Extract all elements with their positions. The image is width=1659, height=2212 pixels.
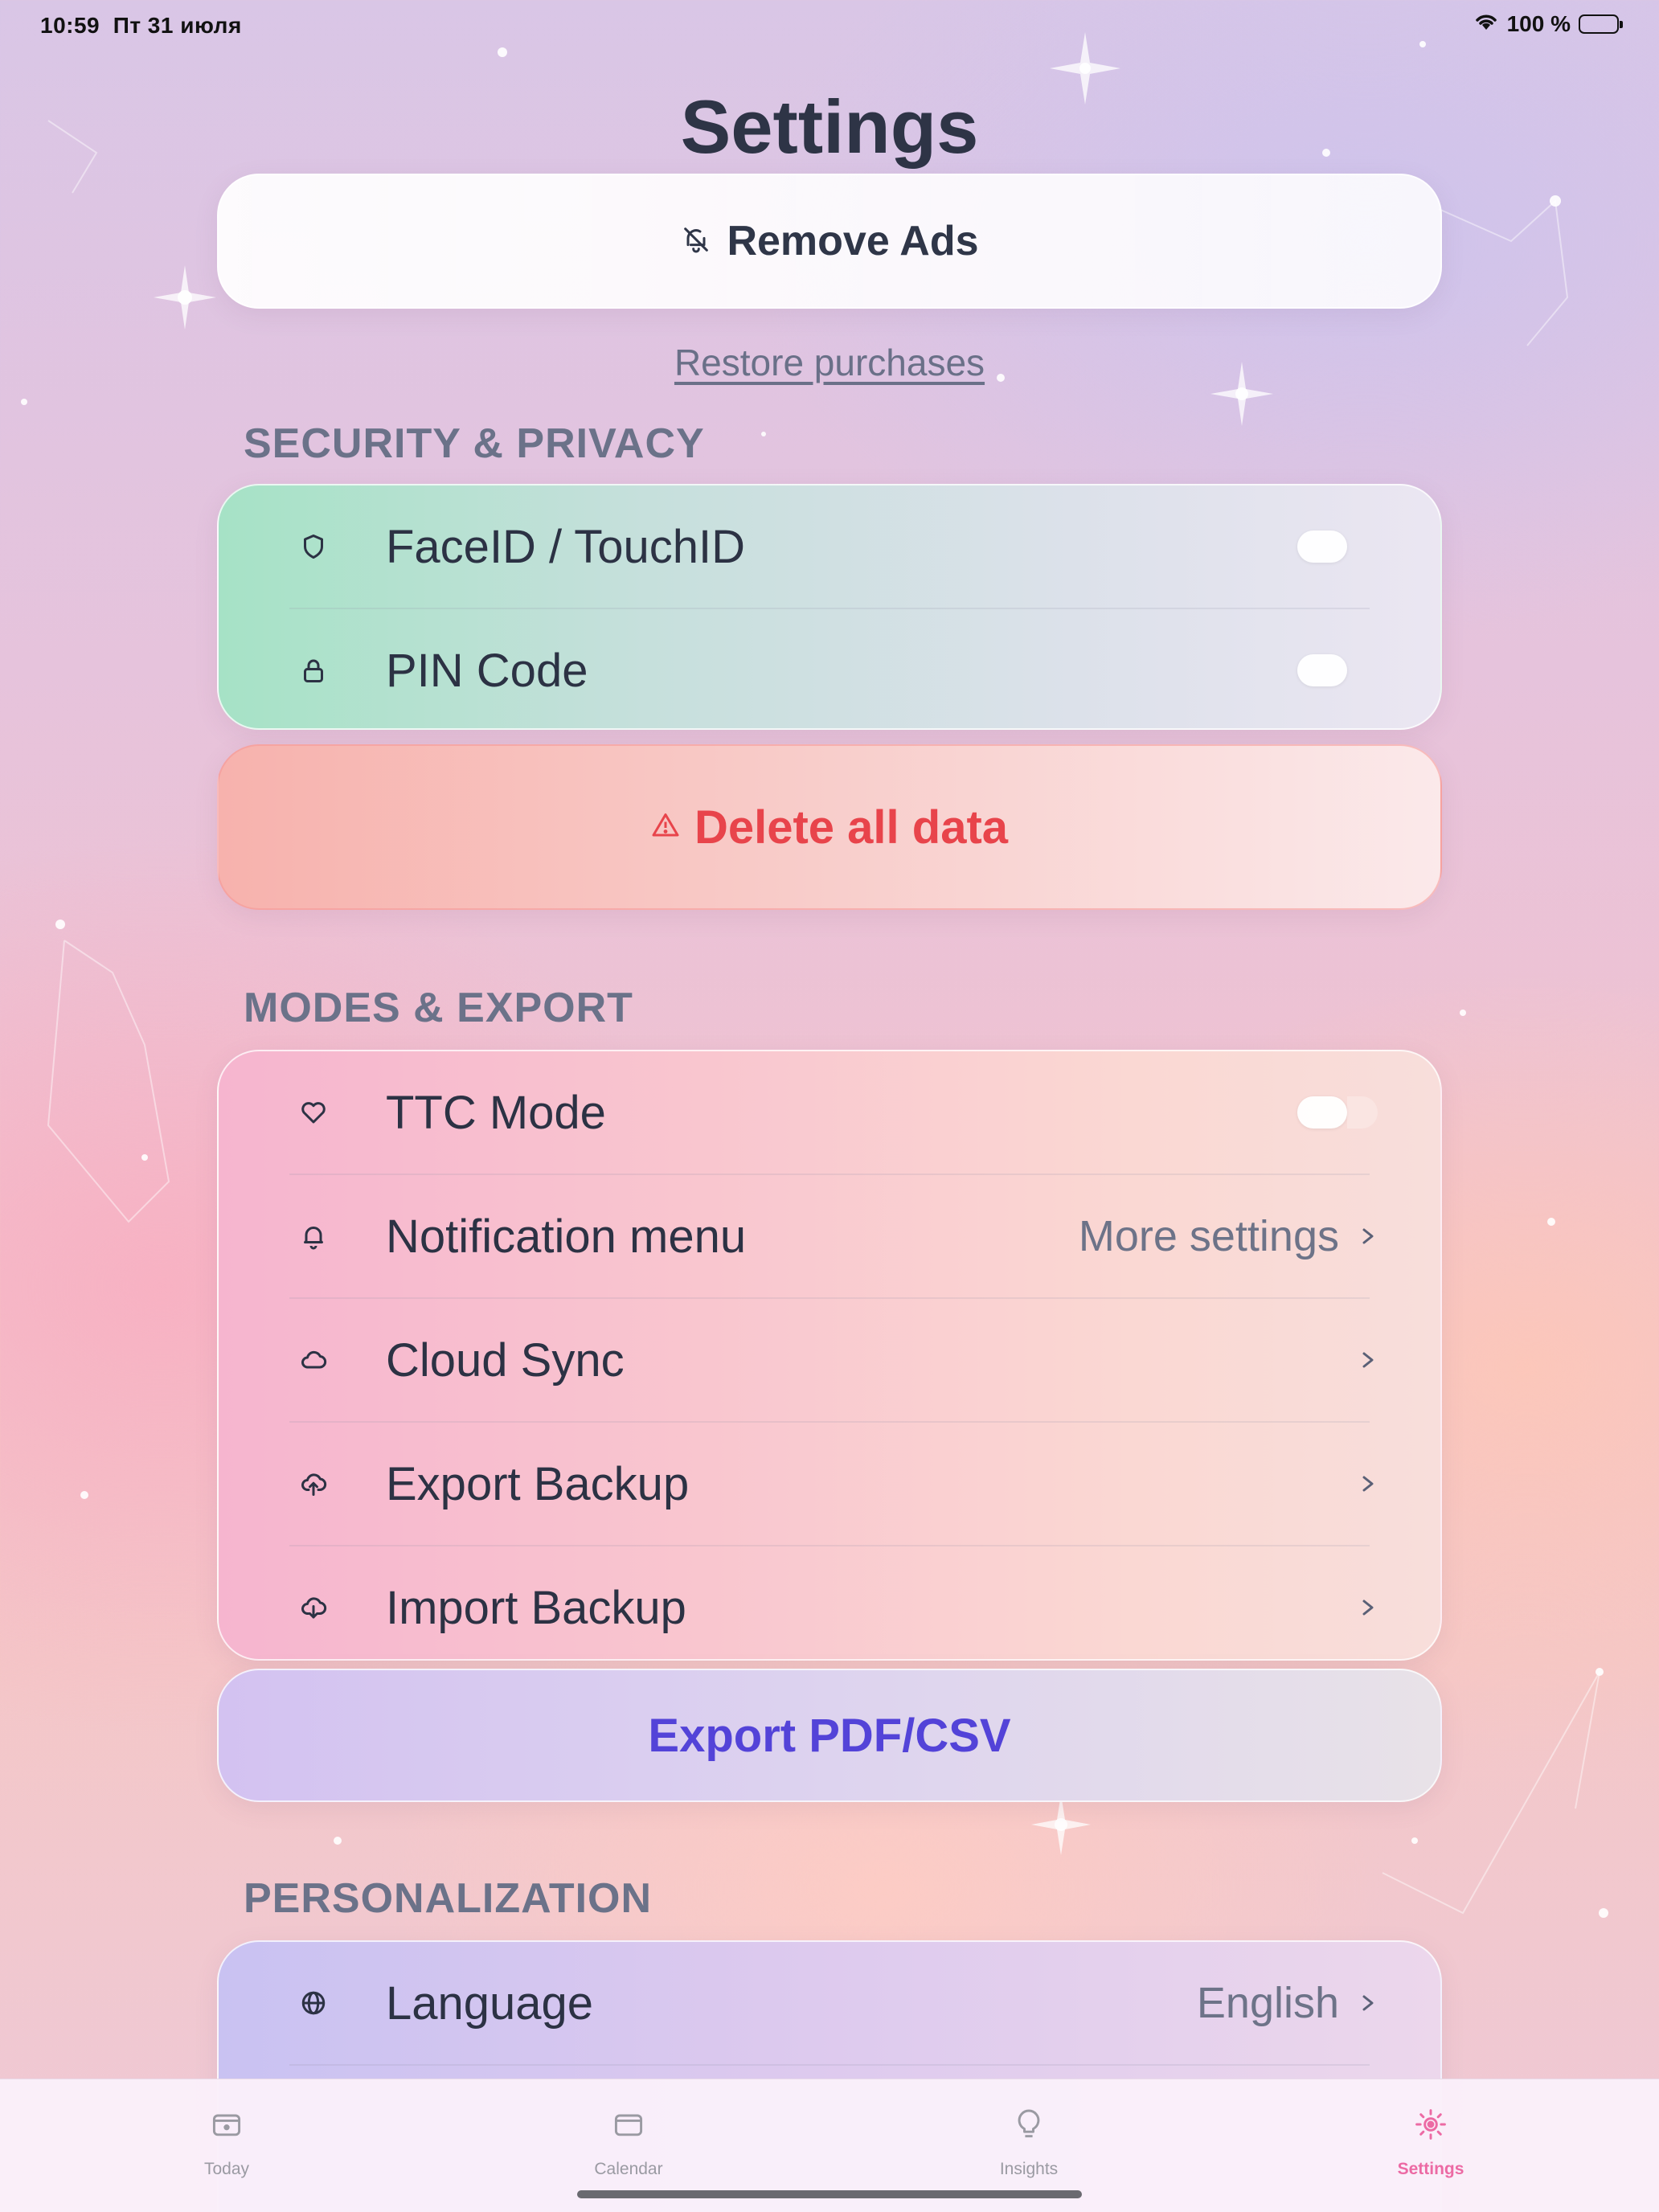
warning-triangle-icon: [651, 811, 680, 844]
faceid-row[interactable]: FaceID / TouchID: [219, 485, 1440, 608]
import-backup-label: Import Backup: [386, 1581, 686, 1634]
export-backup-label: Export Backup: [386, 1457, 690, 1510]
divider: [289, 2064, 1370, 2066]
ttc-mode-toggle[interactable]: [1297, 1096, 1378, 1129]
tab-insights-label: Insights: [999, 2160, 1059, 2178]
pin-code-label: PIN Code: [386, 644, 588, 697]
status-bar: 10:59 Пт 31 июля 100 %: [0, 0, 1659, 51]
section-header-security: SECURITY & PRIVACY: [244, 420, 705, 467]
page-title: Settings: [680, 84, 979, 169]
heart-icon: [299, 1098, 328, 1127]
remove-ads-button[interactable]: Remove Ads: [217, 174, 1442, 309]
delete-all-data-label: Delete all data: [694, 801, 1009, 854]
language-row[interactable]: Language English: [219, 1942, 1440, 2064]
globe-icon: [299, 1989, 328, 2017]
notification-menu-value: More settings: [1078, 1212, 1339, 1260]
cloud-sync-row[interactable]: Cloud Sync: [219, 1299, 1440, 1421]
tab-today[interactable]: Today: [146, 2079, 307, 2184]
language-label: Language: [386, 1976, 594, 2030]
export-backup-row[interactable]: Export Backup: [219, 1423, 1440, 1545]
faceid-label: FaceID / TouchID: [386, 520, 746, 573]
pin-code-toggle[interactable]: [1297, 654, 1347, 686]
today-icon: [209, 2107, 244, 2142]
tab-calendar-label: Calendar: [594, 2160, 663, 2178]
section-header-personalization: PERSONALIZATION: [244, 1875, 653, 1922]
bell-icon: [299, 1222, 328, 1251]
restore-purchases-link[interactable]: Restore purchases: [0, 341, 1659, 384]
cloud-sync-label: Cloud Sync: [386, 1333, 625, 1387]
import-backup-row[interactable]: Import Backup: [219, 1546, 1440, 1669]
cloud-download-icon: [299, 1593, 328, 1622]
tab-settings-label: Settings: [1397, 2160, 1464, 2178]
bell-slash-icon: [680, 223, 712, 260]
tab-settings[interactable]: Settings: [1350, 2079, 1511, 2184]
status-time: 10:59 Пт 31 июля: [40, 13, 242, 38]
chevron-right-icon: [1358, 1591, 1378, 1624]
export-pdf-csv-label: Export PDF/CSV: [648, 1709, 1011, 1762]
security-group: FaceID / TouchID PIN Code: [217, 484, 1442, 730]
delete-all-data-button[interactable]: Delete all data: [217, 744, 1442, 910]
chevron-right-icon: [1358, 1344, 1378, 1376]
battery-percent: 100 %: [1506, 11, 1571, 36]
chevron-right-icon: [1358, 1468, 1378, 1500]
sun-gear-icon: [1413, 2107, 1448, 2142]
modes-export-group: TTC Mode Notification menu More settings…: [217, 1050, 1442, 1661]
export-pdf-csv-button[interactable]: Export PDF/CSV: [217, 1669, 1442, 1802]
cloud-upload-icon: [299, 1469, 328, 1498]
home-indicator: [577, 2190, 1082, 2198]
ttc-mode-label: TTC Mode: [386, 1086, 606, 1139]
notification-menu-row[interactable]: Notification menu More settings: [219, 1175, 1440, 1297]
chevron-right-icon: [1358, 1220, 1378, 1252]
tab-calendar[interactable]: Calendar: [548, 2079, 709, 2184]
lock-icon: [299, 656, 328, 685]
shield-icon: [299, 532, 328, 561]
tab-today-label: Today: [203, 2160, 250, 2178]
faceid-toggle[interactable]: [1297, 530, 1347, 563]
cloud-icon: [299, 1346, 328, 1374]
chevron-right-icon: [1358, 1987, 1378, 2019]
lightbulb-icon: [1011, 2107, 1047, 2142]
battery-icon: [1579, 14, 1623, 34]
pin-code-row[interactable]: PIN Code: [219, 609, 1440, 731]
ttc-mode-row[interactable]: TTC Mode: [219, 1051, 1440, 1174]
status-indicators: 100 %: [1473, 11, 1623, 37]
tab-insights[interactable]: Insights: [948, 2079, 1109, 2184]
section-header-modes: MODES & EXPORT: [244, 985, 633, 1031]
notification-menu-label: Notification menu: [386, 1210, 747, 1263]
wifi-icon: [1473, 11, 1499, 37]
calendar-icon: [611, 2107, 646, 2142]
language-value: English: [1196, 1979, 1339, 2027]
remove-ads-label: Remove Ads: [727, 218, 979, 264]
